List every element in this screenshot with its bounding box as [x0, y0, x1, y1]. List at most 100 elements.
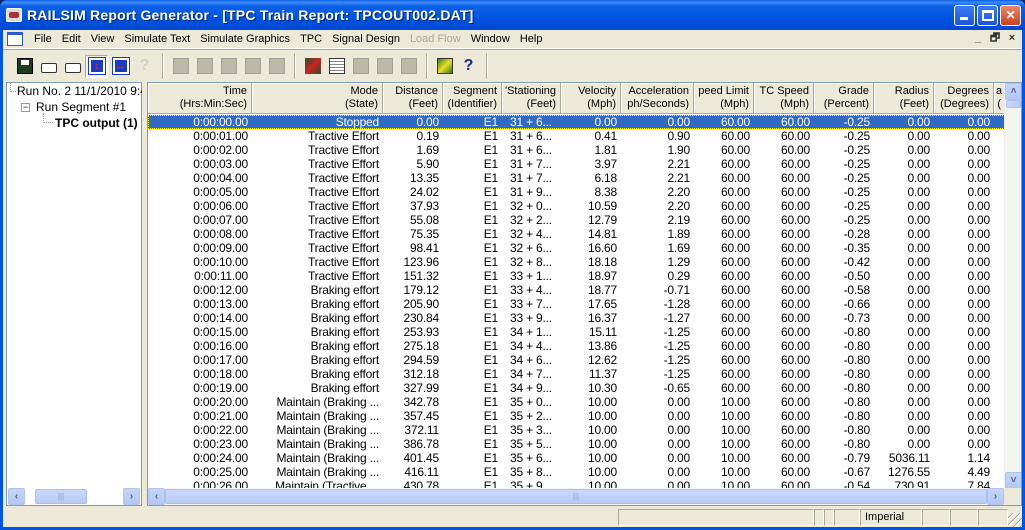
- maximize-button[interactable]: [977, 5, 998, 26]
- column-header-stationing[interactable]: 'Stationing (Feet): [502, 83, 561, 114]
- table-row[interactable]: 0:00:05.00 Tractive Effort 24.02 E1 31 + 9..…: [148, 185, 1005, 199]
- column-header-velocity[interactable]: Velocity (Mph): [561, 83, 621, 114]
- table-row[interactable]: 0:00:24.00 Maintain (Braking ... 401.45 E1 3…: [148, 451, 1005, 465]
- table-row[interactable]: 0:00:22.00 Maintain (Braking ... 372.11 E1 3…: [148, 423, 1005, 437]
- table-row[interactable]: 0:00:19.00 Braking effort 327.99 E1 34 + 9..…: [148, 381, 1005, 395]
- menu-tpc[interactable]: TPC: [295, 33, 327, 45]
- table-row[interactable]: 0:00:15.00 Braking effort 253.93 E1 34 + 1..…: [148, 325, 1005, 339]
- table-row[interactable]: 0:00:14.00 Braking effort 230.84 E1 33 + 9..…: [148, 311, 1005, 325]
- menu-file[interactable]: File: [29, 33, 57, 45]
- column-header-acceleration[interactable]: Acceleration ph/Seconds): [621, 83, 694, 114]
- mdi-close-button[interactable]: ×: [1004, 31, 1020, 47]
- calculator-button[interactable]: [325, 55, 348, 78]
- cell-time: 0:00:15.00: [193, 325, 248, 339]
- menu-view[interactable]: View: [86, 33, 120, 45]
- table-row[interactable]: 0:00:25.00 Maintain (Braking ... 416.11 E1 3…: [148, 465, 1005, 479]
- vertical-scroll-thumb[interactable]: [1006, 100, 1021, 108]
- tree-horizontal-scrollbar[interactable]: ‹ ||| ›: [7, 488, 141, 505]
- document-icon[interactable]: [7, 32, 23, 46]
- cell-distance: 13.35: [409, 171, 439, 185]
- table-row[interactable]: 0:00:01.00 Tractive Effort 0.19 E1 31 + 6...…: [148, 129, 1005, 143]
- table-row[interactable]: 0:00:08.00 Tractive Effort 75.35 E1 32 + 4..…: [148, 227, 1005, 241]
- cell-distance: 253.93: [403, 325, 439, 339]
- menu-simulate-graphics[interactable]: Simulate Graphics: [195, 33, 295, 45]
- table-row[interactable]: 0:00:09.00 Tractive Effort 98.41 E1 32 + 6..…: [148, 241, 1005, 255]
- cell-speed-limit: 60.00: [720, 227, 750, 241]
- menu-help[interactable]: Help: [515, 33, 548, 45]
- column-header-tc-speed[interactable]: TC Speed (Mph): [754, 83, 814, 114]
- column-header-segment[interactable]: Segment (Identifier): [443, 83, 502, 114]
- scroll-left-button[interactable]: ‹: [8, 488, 25, 505]
- column-unit: ph/Seconds): [627, 98, 689, 110]
- tree-item-tpc-output[interactable]: TPC output (1): [55, 116, 138, 130]
- column-header-radius[interactable]: Radius (Feet): [874, 83, 934, 114]
- scroll-down-button[interactable]: ˅: [1005, 472, 1021, 489]
- table-row[interactable]: 0:00:03.00 Tractive Effort 5.90 E1 31 + 7...…: [148, 157, 1005, 171]
- table-row[interactable]: 0:00:21.00 Maintain (Braking ... 357.45 E1 3…: [148, 409, 1005, 423]
- table-row[interactable]: 0:00:11.00 Tractive Effort 151.32 E1 33 + 1.…: [148, 269, 1005, 283]
- cell-tc-speed: 60.00: [780, 451, 810, 465]
- vertical-scrollbar[interactable]: ˄ ˅: [1004, 83, 1021, 489]
- table-row[interactable]: 0:00:17.00 Braking effort 294.59 E1 34 + 6..…: [148, 353, 1005, 367]
- menu-signal-design[interactable]: Signal Design: [327, 33, 405, 45]
- print-button[interactable]: [61, 55, 84, 78]
- table-row[interactable]: 0:00:16.00 Braking effort 275.18 E1 34 + 4..…: [148, 339, 1005, 353]
- close-button[interactable]: ×: [1000, 5, 1021, 26]
- network-map-button[interactable]: [301, 55, 324, 78]
- horizontal-scrollbar[interactable]: ‹ ||| ›: [148, 488, 1004, 505]
- cell-degrees: 0.00: [967, 241, 990, 255]
- table-row[interactable]: 0:00:12.00 Braking effort 179.12 E1 33 + 4..…: [148, 283, 1005, 297]
- column-header-degrees[interactable]: Degrees (Degrees): [934, 83, 994, 114]
- context-help-button[interactable]: ?: [457, 55, 480, 78]
- tree-collapse-button[interactable]: −: [21, 103, 30, 112]
- scroll-right-button[interactable]: ›: [987, 488, 1004, 505]
- minimize-button[interactable]: [954, 5, 975, 26]
- horizontal-resize-button[interactable]: ↔: [109, 55, 132, 78]
- column-header-time[interactable]: Time (Hrs:Min:Sec): [148, 83, 252, 114]
- column-header-mode[interactable]: Mode (State): [252, 83, 383, 114]
- app-icon[interactable]: [6, 8, 22, 22]
- cell-radius: 0.00: [907, 311, 930, 325]
- print-setup-button[interactable]: [37, 55, 60, 78]
- mdi-restore-button[interactable]: 🗗: [987, 31, 1003, 47]
- toolbar: ↕ ↔??: [3, 51, 1022, 81]
- menu-edit[interactable]: Edit: [57, 33, 86, 45]
- scroll-right-button[interactable]: ›: [123, 488, 140, 505]
- cell-distance: 55.08: [409, 213, 439, 227]
- chart-button[interactable]: [433, 55, 456, 78]
- table-row[interactable]: 0:00:07.00 Tractive Effort 55.08 E1 32 + 2..…: [148, 213, 1005, 227]
- vertical-resize-button[interactable]: ↕: [85, 54, 108, 78]
- menu-window[interactable]: Window: [466, 33, 515, 45]
- scroll-thumb[interactable]: |||: [35, 489, 87, 504]
- horizontal-scroll-thumb[interactable]: |||: [165, 489, 987, 504]
- table-row[interactable]: 0:00:18.00 Braking effort 312.18 E1 34 + 7..…: [148, 367, 1005, 381]
- table-row[interactable]: 0:00:23.00 Maintain (Braking ... 386.78 E1 3…: [148, 437, 1005, 451]
- cell-velocity: 14.81: [587, 227, 617, 241]
- cell-degrees: 0.00: [967, 339, 990, 353]
- mdi-minimize-button[interactable]: _: [970, 31, 986, 47]
- menu-simulate-text[interactable]: Simulate Text: [119, 33, 195, 45]
- title-bar[interactable]: RAILSIM Report Generator - [TPC Train Re…: [0, 0, 1025, 30]
- cell-segment: E1: [483, 171, 498, 185]
- table-row[interactable]: 0:00:02.00 Tractive Effort 1.69 E1 31 + 6...…: [148, 143, 1005, 157]
- scroll-up-button[interactable]: ˄: [1005, 83, 1021, 100]
- cell-tc-speed: 60.00: [780, 115, 810, 129]
- table-row[interactable]: 0:00:00.00 Stopped 0.00 E1 31 + 6... 0.00 0.00…: [148, 115, 1005, 129]
- tree-item-segment[interactable]: Run Segment #1: [36, 100, 126, 114]
- column-header-speed-limit[interactable]: peed Limit (Mph): [694, 83, 754, 114]
- cell-segment: E1: [483, 353, 498, 367]
- resize-grip[interactable]: [1008, 513, 1022, 527]
- scroll-left-button[interactable]: ‹: [148, 488, 165, 505]
- cell-tc-speed: 60.00: [780, 437, 810, 451]
- table-row[interactable]: 0:00:13.00 Braking effort 205.90 E1 33 + 7..…: [148, 297, 1005, 311]
- column-header-grade[interactable]: Grade (Percent): [814, 83, 874, 114]
- column-header-distance[interactable]: Distance (Feet): [383, 83, 443, 114]
- table-row[interactable]: 0:00:04.00 Tractive Effort 13.35 E1 31 + 7..…: [148, 171, 1005, 185]
- table-row[interactable]: 0:00:20.00 Maintain (Braking ... 342.78 E1 3…: [148, 395, 1005, 409]
- table-row[interactable]: 0:00:10.00 Tractive Effort 123.96 E1 32 + 8.…: [148, 255, 1005, 269]
- cell-acceleration: -1.25: [663, 325, 691, 339]
- cell-speed-limit: 10.00: [720, 395, 750, 409]
- tree-item-run[interactable]: Run No. 2 11/1/2010 9:48: [17, 84, 154, 98]
- save-button[interactable]: [13, 55, 36, 78]
- table-row[interactable]: 0:00:06.00 Tractive Effort 37.93 E1 32 + 0..…: [148, 199, 1005, 213]
